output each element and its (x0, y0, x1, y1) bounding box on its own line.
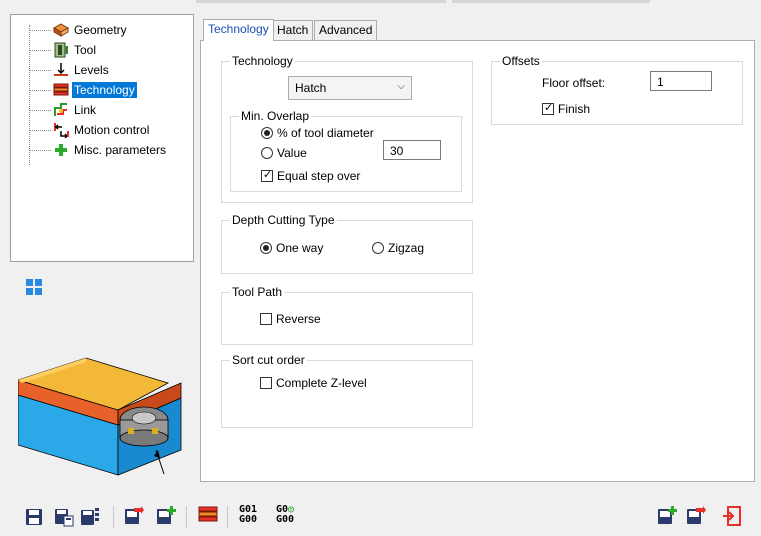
percent-of-tool-label: % of tool diameter (277, 126, 374, 140)
sort-cut-order-group: Sort cut order Complete Z-level (221, 353, 473, 428)
tab-hatch[interactable]: Hatch (272, 20, 314, 40)
overlap-value: 30 (390, 144, 404, 158)
value-label: Value (277, 146, 307, 160)
floor-offset-label: Floor offset: (542, 76, 606, 90)
parameter-tree: Geometry Tool Levels Technology Link Mot… (10, 14, 194, 262)
floor-offset-input[interactable]: 1 (650, 71, 712, 91)
sort-cut-order-title: Sort cut order (230, 353, 307, 367)
gcode-simulate-button[interactable]: G01 G00 (237, 505, 259, 525)
tree-item-label: Misc. parameters (74, 143, 167, 157)
technology-stack-icon[interactable] (198, 505, 218, 525)
zigzag-radio[interactable] (372, 242, 384, 254)
top-strip-right (452, 0, 650, 3)
reverse-label: Reverse (276, 312, 321, 326)
tree-item-label: Levels (74, 63, 109, 77)
tree-item-levels[interactable]: Levels (11, 60, 191, 80)
levels-icon (54, 63, 68, 76)
depth-cutting-group: Depth Cutting Type One way Zigzag (221, 213, 473, 274)
link-icon (54, 103, 67, 116)
top-strip-left (196, 0, 446, 3)
export-icon[interactable] (124, 506, 144, 526)
min-overlap-title: Min. Overlap (239, 109, 312, 123)
one-way-label: One way (276, 241, 324, 255)
tree-connector (29, 150, 51, 151)
technology-type-value: Hatch (295, 81, 327, 95)
toolbar-separator (113, 506, 114, 528)
finish-label: Finish (558, 102, 591, 116)
tree-connector (29, 30, 51, 31)
technology-group-title: Technology (230, 54, 295, 68)
gcode-post-button[interactable]: G0◎ G00 (272, 505, 298, 525)
save-close-icon[interactable] (686, 506, 706, 526)
exit-icon[interactable] (722, 506, 742, 526)
gcode-line-bottom: G00 (238, 514, 258, 525)
equal-step-over-checkbox[interactable]: ✓ (261, 169, 273, 182)
tool-path-group: Tool Path Reverse (221, 285, 473, 345)
machining-preview-image (18, 357, 182, 476)
save-template-icon[interactable] (80, 507, 100, 527)
toolbar-separator (186, 506, 187, 528)
tree-connector (29, 90, 51, 91)
technology-panel: Technology Hatch ⌵ Min. Overlap % of too… (200, 40, 755, 482)
tree-item-technology[interactable]: Technology (11, 80, 191, 100)
save-icon[interactable] (24, 507, 44, 527)
technology-type-combo[interactable]: Hatch ⌵ (288, 76, 412, 100)
tree-item-label: Motion control (74, 123, 150, 137)
value-radio[interactable] (261, 147, 273, 159)
reverse-checkbox[interactable] (260, 313, 272, 325)
grid-view-icon[interactable] (26, 279, 42, 295)
geometry-icon (53, 23, 69, 37)
save-new-icon[interactable] (657, 506, 677, 526)
tree-connector (29, 130, 51, 131)
tab-technology[interactable]: Technology (203, 19, 274, 41)
complete-z-level-label: Complete Z-level (276, 376, 367, 390)
tool-path-title: Tool Path (230, 285, 285, 299)
tree-item-label: Technology (72, 82, 137, 98)
tree-connector (29, 50, 51, 51)
tool-icon (54, 42, 68, 58)
complete-z-level-checkbox[interactable] (260, 377, 272, 389)
tree-item-misc-parameters[interactable]: Misc. parameters (11, 140, 191, 160)
tree-item-label: Link (74, 103, 97, 117)
tree-connector (29, 110, 51, 111)
percent-of-tool-radio[interactable] (261, 127, 273, 139)
tab-advanced[interactable]: Advanced (314, 20, 378, 40)
misc-parameters-icon (55, 144, 67, 156)
equal-step-over-label: Equal step over (277, 169, 361, 183)
offsets-group: Offsets Floor offset: 1 ✓ Finish (491, 54, 743, 125)
offsets-title: Offsets (500, 54, 542, 68)
save-as-icon[interactable] (54, 507, 74, 527)
min-overlap-group: Min. Overlap % of tool diameter Value 30… (230, 109, 462, 192)
technology-group: Technology Hatch ⌵ Min. Overlap % of too… (221, 54, 473, 203)
check-icon: ✓ (544, 102, 554, 114)
add-export-icon[interactable] (156, 506, 176, 526)
tree-item-motion-control[interactable]: Motion control (11, 120, 191, 140)
zigzag-label: Zigzag (388, 241, 425, 255)
check-icon: ✓ (263, 169, 273, 181)
technology-icon (53, 83, 69, 96)
gcode-line-bottom: G00 (275, 514, 295, 525)
tree-item-link[interactable]: Link (11, 100, 191, 120)
floor-offset-value: 1 (657, 75, 664, 89)
tree-item-tool[interactable]: Tool (11, 40, 191, 60)
overlap-value-input[interactable]: 30 (383, 140, 441, 160)
depth-cutting-title: Depth Cutting Type (230, 213, 337, 227)
finish-checkbox[interactable]: ✓ (542, 102, 554, 115)
tree-item-geometry[interactable]: Geometry (11, 20, 191, 40)
tree-item-label: Geometry (74, 23, 127, 37)
one-way-radio[interactable] (260, 242, 272, 254)
tree-connector (29, 70, 51, 71)
toolbar-separator (227, 506, 228, 528)
chevron-down-icon: ⌵ (397, 81, 405, 92)
tree-item-label: Tool (74, 43, 97, 57)
motion-control-icon (54, 123, 69, 138)
